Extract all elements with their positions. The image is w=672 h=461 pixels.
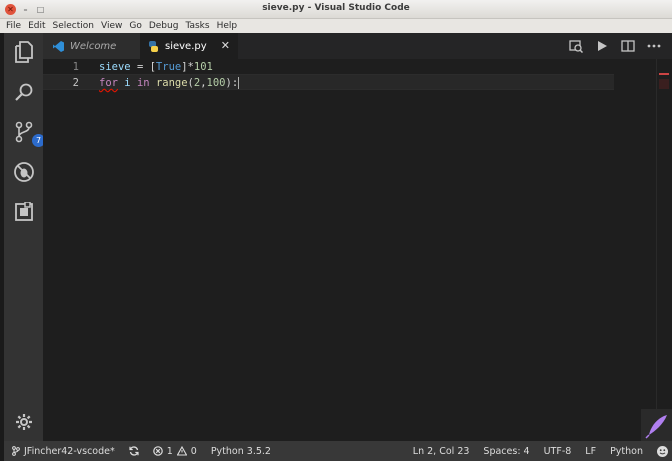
error-count: 1 [166, 445, 173, 457]
cursor-position-label: Ln 2, Col 23 [412, 445, 470, 457]
close-icon[interactable]: ✕ [221, 39, 230, 52]
function-token: range [155, 77, 188, 89]
menu-view[interactable]: View [101, 21, 122, 31]
indentation[interactable]: Spaces: 4 [483, 446, 529, 457]
encoding-label: UTF-8 [543, 445, 572, 457]
scrollbar-slider[interactable] [659, 79, 669, 89]
interpreter-label: Python 3.5.2 [210, 445, 271, 457]
menu-debug[interactable]: Debug [149, 21, 179, 31]
extensions-icon[interactable] [12, 200, 36, 224]
end-of-line[interactable]: LF [585, 446, 596, 457]
run-icon[interactable] [594, 38, 610, 54]
language-mode[interactable]: Python [610, 446, 643, 457]
python-file-icon [148, 40, 159, 52]
line-number: 1 [72, 61, 79, 73]
branch-name: JFincher42-vscode* [24, 445, 115, 457]
tab-sieve-py[interactable]: sieve.py ✕ [140, 33, 238, 59]
sync-icon [129, 446, 139, 456]
identifier-token: sieve [99, 61, 131, 73]
editor-actions [568, 38, 662, 54]
python-interpreter[interactable]: Python 3.5.2 [211, 446, 271, 457]
keyword-token: in [136, 77, 150, 89]
code-editor[interactable]: 1 sieve = [True]*101 2 for i in range(2,… [43, 59, 672, 441]
cursor-position[interactable]: Ln 2, Col 23 [413, 446, 470, 457]
menu-file[interactable]: File [6, 21, 21, 31]
menu-selection[interactable]: Selection [53, 21, 94, 31]
number-token: 101 [193, 61, 213, 73]
split-editor-icon[interactable] [620, 38, 636, 54]
indentation-label: Spaces: 4 [483, 445, 530, 457]
editor-tab-bar: Welcome sieve.py ✕ [43, 33, 672, 59]
feedback-smiley-icon[interactable] [657, 445, 668, 457]
search-icon[interactable] [12, 80, 36, 104]
constant-token: True [155, 61, 182, 73]
line-number: 2 [72, 77, 79, 89]
warning-icon [176, 446, 187, 456]
title-bar: ✕ – □ sieve.py - Visual Studio Code [0, 0, 672, 19]
code-line[interactable]: 1 sieve = [True]*101 [43, 59, 614, 75]
code-text[interactable]: sieve = [True]*101 [99, 59, 213, 75]
status-bar: JFincher42-vscode* 1 0 Python 3.5.2 Ln 2… [4, 441, 672, 461]
feather-icon[interactable] [641, 409, 672, 441]
menu-bar: File Edit Selection View Go Debug Tasks … [0, 19, 672, 33]
language-label: Python [610, 445, 643, 457]
overview-ruler[interactable] [656, 59, 672, 441]
code-text[interactable]: for i in range(2,100): [99, 75, 240, 91]
error-icon [152, 446, 163, 456]
open-preview-icon[interactable] [568, 38, 584, 54]
tab-sieve-label: sieve.py [165, 40, 207, 52]
explorer-icon[interactable] [12, 40, 36, 64]
text-cursor [238, 77, 240, 89]
warning-count: 0 [190, 445, 197, 457]
status-bar-right: Ln 2, Col 23 Spaces: 4 UTF-8 LF Python [413, 445, 672, 457]
number-token: 100 [206, 77, 226, 89]
encoding[interactable]: UTF-8 [544, 446, 572, 457]
window-title: sieve.py - Visual Studio Code [262, 3, 410, 13]
eol-label: LF [585, 445, 597, 457]
vscode-logo-icon [53, 40, 64, 52]
menu-go[interactable]: Go [129, 21, 141, 31]
activity-bar: 7 [4, 33, 45, 441]
notification-area [641, 409, 672, 441]
menu-help[interactable]: Help [217, 21, 238, 31]
gear-icon[interactable] [12, 410, 36, 434]
debug-icon[interactable] [12, 160, 36, 184]
menu-edit[interactable]: Edit [28, 21, 45, 31]
menu-tasks[interactable]: Tasks [185, 21, 209, 31]
more-actions-icon[interactable] [646, 38, 662, 54]
branch-indicator[interactable]: JFincher42-vscode* [12, 446, 115, 457]
error-marker [659, 73, 669, 75]
code-line-current[interactable]: 2 for i in range(2,100): [43, 74, 614, 90]
tab-welcome-label: Welcome [70, 40, 117, 52]
tab-welcome[interactable]: Welcome [43, 33, 140, 59]
problems-indicator[interactable]: 1 0 [152, 445, 197, 457]
source-control-icon[interactable]: 7 [12, 120, 45, 147]
git-branch-icon [12, 446, 20, 456]
keyword-token: for [99, 77, 118, 89]
sync-button[interactable] [129, 446, 139, 456]
